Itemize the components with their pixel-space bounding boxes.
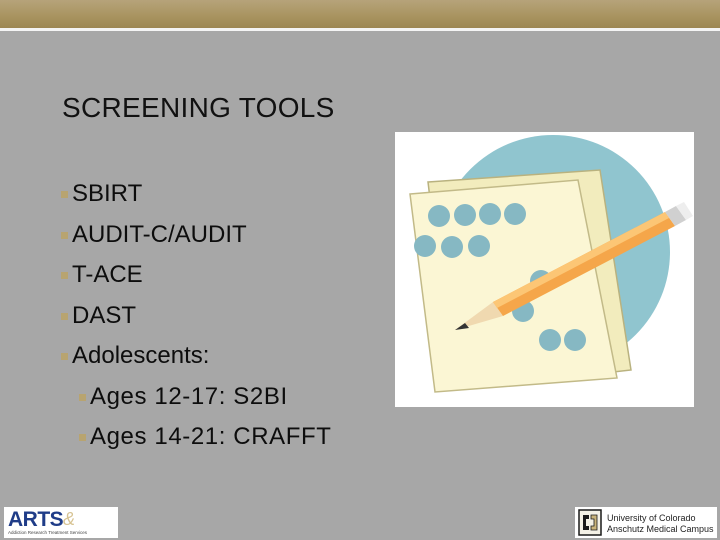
bullet-list: SBIRT AUDIT-C/AUDIT T-ACE DAST Adolescen… xyxy=(60,174,332,458)
bullet-marker xyxy=(61,272,68,279)
bullet-text: DAST xyxy=(72,301,137,329)
slide-title: SCREENING TOOLS xyxy=(62,92,335,123)
cu-anschutz-logo: University of Colorado Anschutz Medical … xyxy=(575,507,717,538)
cu-name-line1: University of Colorado xyxy=(607,513,696,523)
bullet-item: AUDIT-C/AUDIT xyxy=(60,215,332,256)
bullet-marker xyxy=(61,231,68,239)
cu-name-line2: Anschutz Medical Campus xyxy=(607,524,714,534)
bullet-item: DAST xyxy=(60,296,332,337)
bullet-text: T-ACE xyxy=(72,261,143,288)
arts-wordmark: ARTS xyxy=(8,508,64,531)
bullet-item: T-ACE xyxy=(60,255,332,296)
top-divider xyxy=(0,28,720,31)
bullet-text: SBIRT xyxy=(72,180,143,207)
sub-bullet-item: Ages 14-21: CRAFFT xyxy=(60,417,332,458)
slide: SCREENING TOOLS SBIRT AUDIT-C/AUDIT T-AC… xyxy=(0,0,720,540)
checklist-with-pencil-icon xyxy=(395,132,694,407)
arts-ampersand: & xyxy=(63,509,76,529)
bullet-marker xyxy=(79,434,86,441)
bullet-item: Adolescents: xyxy=(60,336,332,377)
cu-emblem-icon xyxy=(578,509,602,536)
bullet-item: SBIRT xyxy=(60,174,332,215)
bullet-text: Ages 12-17: S2BI xyxy=(90,382,288,410)
bullet-marker xyxy=(79,393,86,401)
sub-bullet-item: Ages 12-17: S2BI xyxy=(60,377,332,418)
bullet-text: Ages 14-21: CRAFFT xyxy=(90,423,332,450)
bullet-marker xyxy=(61,191,68,198)
bullet-marker xyxy=(61,312,68,320)
bullet-text: AUDIT-C/AUDIT xyxy=(72,220,247,248)
bullet-text: Adolescents: xyxy=(72,342,210,369)
arts-logo: ARTS & Addiction Research Treatment Serv… xyxy=(4,507,118,538)
bullet-marker xyxy=(61,353,68,360)
arts-subtitle: Addiction Research Treatment Services xyxy=(8,530,88,535)
top-banner xyxy=(0,0,720,28)
